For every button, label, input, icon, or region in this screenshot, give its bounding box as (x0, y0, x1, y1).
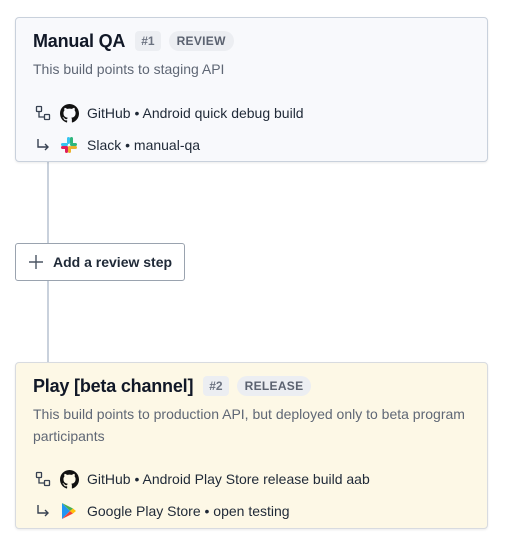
source-row: GitHub • Android quick debug build (33, 97, 470, 129)
step-header: Manual QA #1 REVIEW (33, 30, 470, 52)
step-number-badge: #2 (203, 376, 229, 396)
destination-label: Google Play Store • open testing (87, 503, 290, 519)
source-row: GitHub • Android Play Store release buil… (33, 463, 470, 495)
step-flow: GitHub • Android quick debug build Slack… (33, 97, 470, 161)
slack-icon (59, 135, 79, 155)
review-step-card[interactable]: Manual QA #1 REVIEW This build points to… (15, 17, 488, 162)
step-title: Play [beta channel] (33, 375, 194, 396)
connector-line (47, 281, 49, 362)
release-step-card[interactable]: Play [beta channel] #2 RELEASE This buil… (15, 362, 488, 529)
source-label: GitHub • Android Play Store release buil… (87, 471, 370, 487)
step-title: Manual QA (33, 30, 126, 51)
arrow-down-right-icon (33, 501, 53, 521)
pipeline-canvas: Manual QA #1 REVIEW This build points to… (0, 0, 510, 559)
step-description: This build points to production API, but… (33, 406, 465, 444)
step-type-badge: REVIEW (168, 31, 234, 51)
source-label: GitHub • Android quick debug build (87, 105, 304, 121)
plus-icon (27, 253, 45, 271)
destination-label: Slack • manual-qa (87, 137, 201, 153)
google-play-icon (59, 501, 79, 521)
github-icon (59, 103, 79, 123)
step-type-badge: RELEASE (236, 376, 312, 396)
add-review-step-button[interactable]: Add a review step (15, 243, 185, 281)
step-description: This build points to staging API (33, 61, 225, 77)
step-header: Play [beta channel] #2 RELEASE (33, 375, 470, 397)
destination-row: Google Play Store • open testing (33, 495, 470, 527)
github-icon (59, 469, 79, 489)
step-number-badge: #1 (135, 31, 161, 51)
connector-line (47, 162, 49, 244)
source-branch-icon (33, 103, 53, 123)
step-flow: GitHub • Android Play Store release buil… (33, 463, 470, 527)
destination-row: Slack • manual-qa (33, 129, 470, 161)
arrow-down-right-icon (33, 135, 53, 155)
source-branch-icon (33, 469, 53, 489)
add-review-step-label: Add a review step (53, 254, 173, 270)
